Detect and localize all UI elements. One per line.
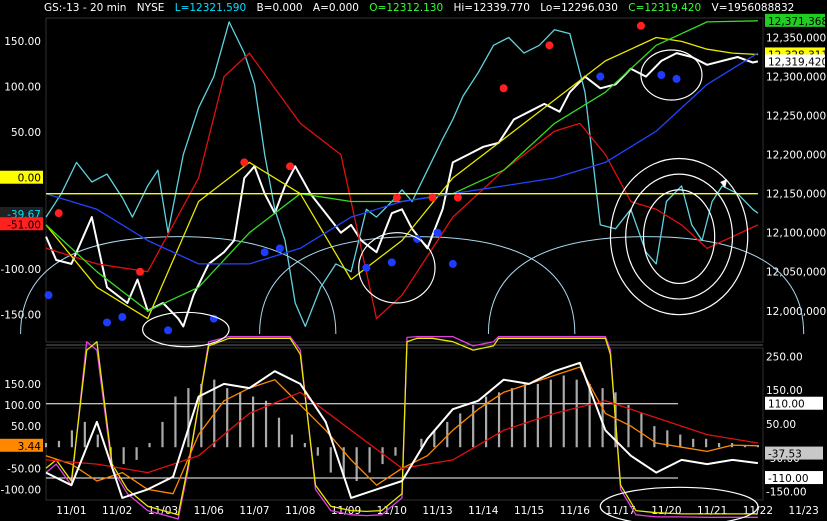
lower-right-tick-label-4: -150.00 <box>766 487 807 499</box>
blue-signal-dot-10 <box>433 228 442 237</box>
blue-signal-dot-5 <box>260 248 269 257</box>
x-tick-label-8: 11/13 <box>422 505 452 517</box>
blue-signal-dot-11 <box>448 259 457 268</box>
upper-right-marker-2: 12,319,420 <box>768 56 827 68</box>
lower-series-3 <box>45 391 759 474</box>
x-tick-label-16: 11/23 <box>789 505 819 517</box>
upper-series-5 <box>45 52 759 265</box>
red-signal-dot-0 <box>54 209 63 218</box>
x-tick-label-10: 11/15 <box>514 505 544 517</box>
upper-left-marker-0: 0.00 <box>18 173 41 185</box>
blue-signal-dot-2 <box>118 313 127 322</box>
blue-signal-dot-12 <box>596 72 605 81</box>
x-tick-label-14: 11/21 <box>697 505 727 517</box>
x-tick-label-3: 11/06 <box>194 505 225 517</box>
x-tick-label-11: 11/16 <box>560 505 591 517</box>
upper-series-1 <box>45 21 759 328</box>
x-tick-label-9: 11/14 <box>468 505 499 517</box>
left-tick-label-6: -150.00 <box>0 310 41 322</box>
x-tick-label-1: 11/02 <box>102 505 132 517</box>
upper-right-marker-0: 12,371,368 <box>768 16 827 28</box>
lower-left-tick-label-0: 150.00 <box>4 379 41 391</box>
blue-signal-dot-1 <box>103 318 112 327</box>
lower-right-tick-label-1: 150.00 <box>766 385 803 397</box>
lower-left-tick-label-5: -100.00 <box>0 484 41 496</box>
blue-signal-dot-8 <box>387 258 396 267</box>
lower-right-tick-label-2: 50.00 <box>766 419 796 431</box>
lower-left-tick-label-2: 50.00 <box>11 421 41 433</box>
blue-signal-dot-3 <box>164 326 173 335</box>
lower-right-marker-0: 110.00 <box>768 399 805 411</box>
lower-series-2 <box>45 366 758 495</box>
right-tick-label-1: 12,300,000 <box>766 72 826 84</box>
red-signal-dot-4 <box>392 193 401 202</box>
upper-series-4 <box>45 20 758 312</box>
lower-right-marker-1: -37.53 <box>768 449 802 461</box>
lower-right-marker-2: -110.00 <box>768 473 809 485</box>
right-tick-label-7: 12,000,000 <box>766 306 826 318</box>
lower-left-tick-label-4: -50.00 <box>7 463 41 475</box>
left-tick-label-1: 100.00 <box>4 81 41 93</box>
x-tick-label-13: 11/20 <box>651 505 681 517</box>
left-tick-label-0: 150.00 <box>4 36 41 48</box>
lower-left-tick-label-1: 100.00 <box>4 400 41 412</box>
red-signal-dot-5 <box>428 193 437 202</box>
left-tick-label-5: -100.00 <box>0 264 41 276</box>
red-signal-dot-8 <box>545 41 554 50</box>
red-signal-dot-2 <box>240 158 249 167</box>
red-signal-dot-3 <box>286 162 295 171</box>
blue-signal-dot-13 <box>657 70 666 79</box>
x-tick-label-4: 11/07 <box>239 505 269 517</box>
red-signal-dot-1 <box>136 267 145 276</box>
blue-signal-dot-7 <box>362 263 371 272</box>
red-signal-dot-7 <box>499 84 508 93</box>
red-signal-dot-6 <box>453 193 462 202</box>
right-tick-label-0: 12,350,000 <box>766 33 826 45</box>
highlight-ellipse-2 <box>640 49 703 101</box>
lower-right-tick-label-0: 250.00 <box>766 351 803 363</box>
blue-signal-dot-0 <box>44 291 53 300</box>
right-tick-label-2: 12,250,000 <box>766 111 826 123</box>
blue-signal-dot-6 <box>275 244 284 253</box>
blue-signal-dot-14 <box>672 74 681 83</box>
upper-left-marker-2: -51.00 <box>7 219 41 231</box>
right-tick-label-4: 12,150,000 <box>766 189 826 201</box>
right-tick-label-3: 12,200,000 <box>766 150 826 162</box>
red-signal-dot-9 <box>636 21 645 30</box>
right-tick-label-5: 12,100,000 <box>766 228 826 240</box>
x-tick-label-5: 11/08 <box>285 505 315 517</box>
cycle-arc-1 <box>259 236 576 335</box>
x-tick-label-0: 11/01 <box>56 505 86 517</box>
chart-canvas[interactable]: 150.00 100.00 50.00 0.00 -50.00 -100.00 -150.0… <box>0 0 827 521</box>
left-tick-label-2: 50.00 <box>11 127 41 139</box>
lower-left-marker-0: 3.44 <box>18 441 42 453</box>
